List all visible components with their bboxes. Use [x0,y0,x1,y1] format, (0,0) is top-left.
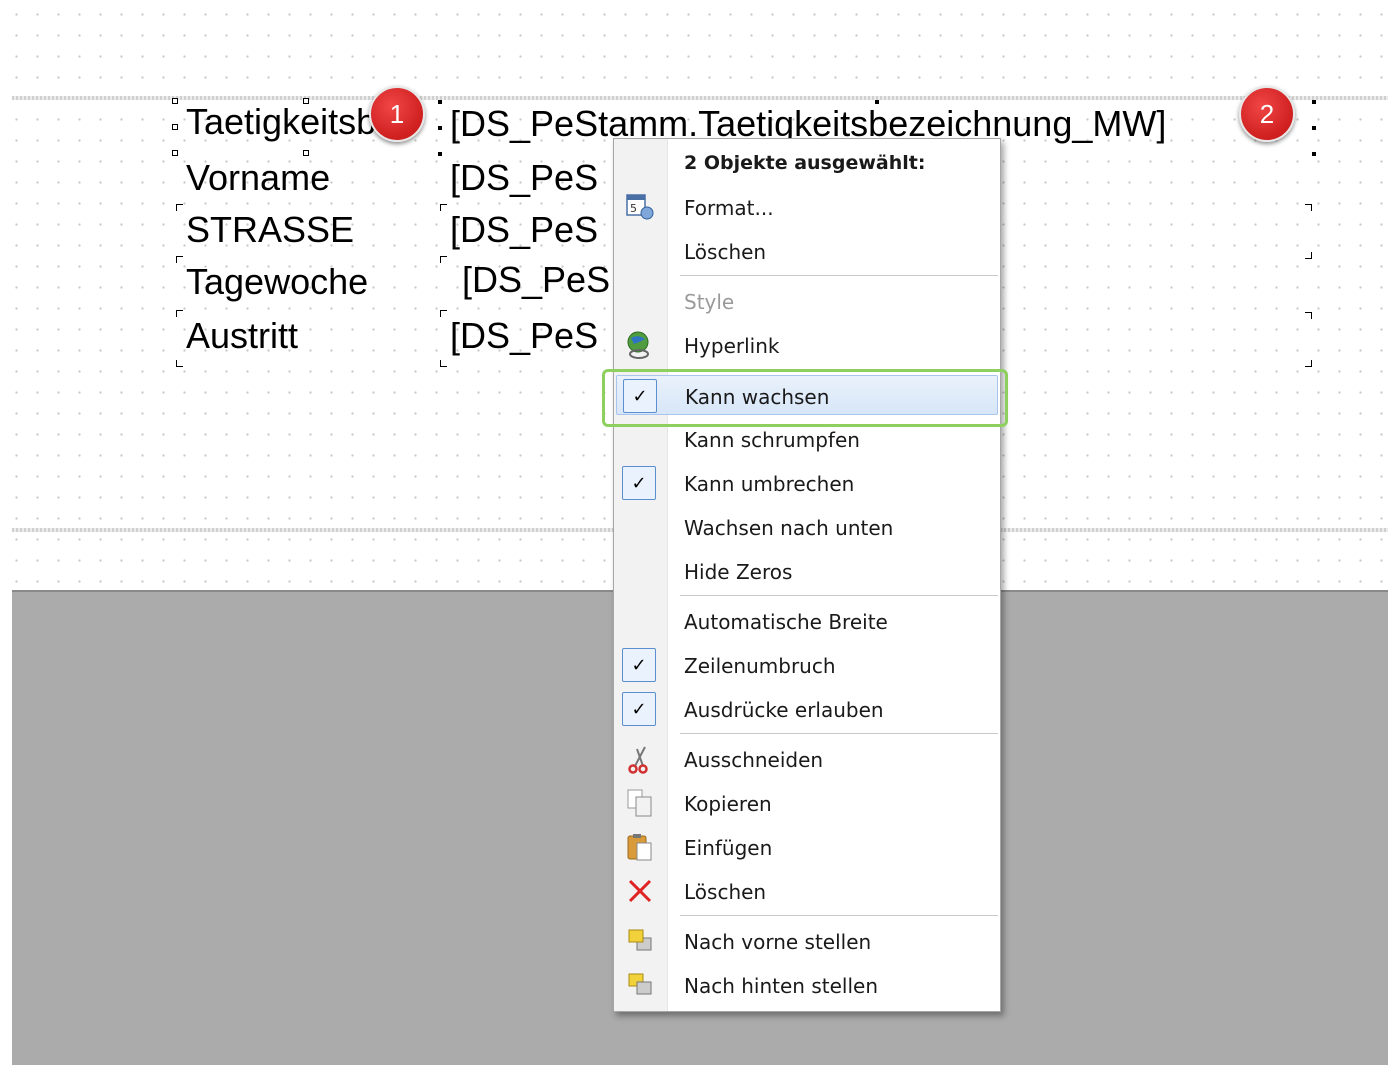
label-field-taetigkeit[interactable]: Taetigkeitsbe [186,102,396,142]
hyperlink-globe-icon [624,330,656,360]
menu-header: 2 Objekte ausgewählt: [616,143,998,183]
field-corner-mark [176,360,183,367]
value-field-austritt[interactable]: [DS_PeS [450,316,598,356]
copy-icon [624,788,656,818]
field-corner-mark [440,256,447,263]
bring-to-front-icon [624,926,656,956]
label-field-austritt[interactable]: Austritt [186,316,298,356]
menu-item-hide-zeros[interactable]: Hide Zeros [616,551,998,591]
menu-item-label: Kann schrumpfen [684,428,860,452]
menu-item-label: Wachsen nach unten [684,516,894,540]
field-corner-mark [1305,204,1312,211]
selection-handle[interactable] [1312,152,1316,156]
send-to-back-icon [624,970,656,1000]
field-corner-mark [440,204,447,211]
label-field-tagewoche[interactable]: Tagewoche [186,262,368,302]
menu-item-label: Ausdrücke erlauben [684,698,884,722]
field-corner-mark [440,360,447,367]
selection-handle[interactable] [438,100,442,104]
step-badge-1: 1 [369,86,425,142]
menu-item-copy[interactable]: Kopieren [616,783,998,823]
step-badge-2: 2 [1239,86,1295,142]
menu-item-label: Kann umbrechen [684,472,855,496]
field-corner-mark [176,256,183,263]
value-field-vorname[interactable]: [DS_PeS [450,158,598,198]
menu-item-label: Nach hinten stellen [684,974,878,998]
menu-item-cut[interactable]: Ausschneiden [616,739,998,779]
menu-item-word-wrap[interactable]: ✓ Zeilenumbruch [616,645,998,685]
menu-item-send-back[interactable]: Nach hinten stellen [616,965,998,1005]
menu-separator [680,733,998,735]
menu-item-style: Style [616,281,998,321]
menu-item-bring-front[interactable]: Nach vorne stellen [616,921,998,961]
menu-item-label: Kopieren [684,792,772,816]
value-field-tagewoche[interactable]: [DS_PeS [462,260,610,300]
menu-item-label: Automatische Breite [684,610,888,634]
menu-item-can-break[interactable]: ✓ Kann umbrechen [616,463,998,503]
field-corner-mark [176,204,183,211]
menu-item-delete-top[interactable]: Löschen [616,231,998,271]
menu-separator [680,915,998,917]
menu-item-label: Style [684,290,735,314]
menu-item-delete[interactable]: Löschen [616,871,998,911]
scissors-icon [624,744,656,774]
format-icon: 5 [624,192,656,222]
field-corner-mark [1305,312,1312,319]
svg-text:5: 5 [630,202,637,215]
field-corner-mark [1305,360,1312,367]
menu-separator [680,595,998,597]
menu-item-label: Löschen [684,880,767,904]
menu-item-label: Format... [684,196,774,220]
selection-handle[interactable] [438,126,442,130]
label-field-vorname[interactable]: Vorname [186,158,330,198]
selection-handle[interactable] [172,150,178,156]
menu-item-label: Ausschneiden [684,748,824,772]
field-corner-mark [440,310,447,317]
selection-handle[interactable] [438,152,442,156]
selection-handle[interactable] [1312,126,1316,130]
label-field-strasse[interactable]: STRASSE [186,210,354,250]
selection-handle[interactable] [1312,100,1316,104]
band-top-border [12,96,1388,100]
menu-item-label: Einfügen [684,836,773,860]
menu-item-label: Hyperlink [684,334,780,358]
menu-header-label: 2 Objekte ausgewählt: [684,152,926,174]
menu-item-format[interactable]: 5 Format... [616,187,998,227]
selection-handle[interactable] [172,98,178,104]
context-menu[interactable]: 2 Objekte ausgewählt: 5 Format... Lösche… [613,138,1001,1012]
menu-separator [680,275,998,277]
selection-handle[interactable] [875,100,879,104]
menu-item-label: Löschen [684,240,767,264]
paste-clipboard-icon [624,832,656,862]
menu-item-label: Zeilenumbruch [684,654,836,678]
highlight-annotation-ring [602,369,1008,427]
field-corner-mark [176,310,183,317]
delete-x-icon [624,876,656,906]
checkmark-icon: ✓ [622,648,656,682]
menu-item-label: Hide Zeros [684,560,793,584]
menu-item-paste[interactable]: Einfügen [616,827,998,867]
field-corner-mark [1305,252,1312,259]
selection-handle[interactable] [172,124,178,130]
menu-item-allow-expressions[interactable]: ✓ Ausdrücke erlauben [616,689,998,729]
menu-item-hyperlink[interactable]: Hyperlink [616,325,998,365]
selection-handle[interactable] [303,98,309,104]
value-field-strasse[interactable]: [DS_PeS [450,210,598,250]
checkmark-icon: ✓ [622,466,656,500]
menu-item-label: Nach vorne stellen [684,930,872,954]
selection-handle[interactable] [303,150,309,156]
menu-item-grow-down[interactable]: Wachsen nach unten [616,507,998,547]
checkmark-icon: ✓ [622,692,656,726]
menu-item-auto-width[interactable]: Automatische Breite [616,601,998,641]
